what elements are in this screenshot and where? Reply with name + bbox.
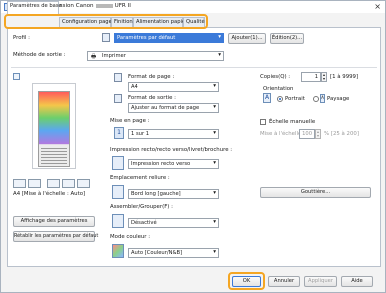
color-mode-icon xyxy=(112,244,124,258)
scale-range: % [25 à 200] xyxy=(324,131,359,137)
copies-input[interactable]: 1 xyxy=(301,72,321,82)
color-mode-select[interactable]: Auto [Couleur/N&B] ▾ xyxy=(128,248,219,258)
edit-profile-button[interactable]: Édition(2)... xyxy=(270,33,304,44)
chevron-down-icon: ▾ xyxy=(218,34,221,40)
scale-input[interactable]: 100 xyxy=(299,129,315,139)
ok-highlight xyxy=(228,272,265,290)
page-size-value: A4 xyxy=(131,84,138,90)
manual-scale-label: Échelle manuelle xyxy=(269,119,316,125)
profile-select[interactable]: Paramètres par défaut ▾ xyxy=(114,33,224,43)
copies-spinner[interactable]: ▴ ▾ xyxy=(321,72,327,82)
output-size-value: Ajuster au format de page xyxy=(131,105,200,111)
window-title-suffix: UFR II xyxy=(114,3,131,9)
manual-scale-checkbox[interactable] xyxy=(260,119,266,125)
orientation-label: Orientation xyxy=(263,86,294,92)
chevron-down-icon: ▾ xyxy=(213,249,216,255)
color-mode-label: Mode couleur : xyxy=(110,234,151,240)
profile-icon xyxy=(102,33,110,42)
portrait-label: Portrait xyxy=(285,96,305,102)
chevron-down-icon: ▾ xyxy=(218,52,221,58)
one-up-icon: 1 xyxy=(114,127,124,139)
binding-select[interactable]: Bord long [gauche] ▾ xyxy=(128,189,219,199)
cancel-button[interactable]: Annuler xyxy=(268,276,300,287)
collate-select[interactable]: Désactivé ▾ xyxy=(128,218,219,228)
help-button[interactable]: Aide xyxy=(341,276,373,287)
redacted-printer-name xyxy=(95,3,113,8)
chevron-down-icon: ▾ xyxy=(213,190,216,196)
landscape-label: Paysage xyxy=(327,96,350,102)
booklet-icon[interactable] xyxy=(28,179,41,188)
chevron-down-icon: ▾ xyxy=(213,160,216,166)
page-size-select[interactable]: A4 ▾ xyxy=(128,82,219,92)
tabs-highlight xyxy=(4,14,208,29)
collate-value: Désactivé xyxy=(131,220,157,226)
collate-icon xyxy=(112,214,124,228)
tab-basic-settings[interactable]: Paramètres de base xyxy=(7,1,62,14)
copies-label: Copies(Q) : xyxy=(260,74,291,80)
gutter-button[interactable]: Gouttière... xyxy=(260,187,371,198)
binding-label: Emplacement reliure : xyxy=(110,175,170,181)
output-method-label: Méthode de sortie : xyxy=(13,52,66,58)
fold-icon[interactable] xyxy=(77,179,90,188)
printer-icon: 🖶 xyxy=(91,54,97,60)
chevron-down-icon: ▾ xyxy=(213,130,216,136)
profile-value: Paramètres par défaut xyxy=(117,35,176,41)
show-settings-button[interactable]: Affichage des paramètres xyxy=(13,216,95,227)
output-size-label: Format de sortie : xyxy=(128,95,176,101)
restore-defaults-button[interactable]: Rétablir les paramètres par défaut xyxy=(13,231,98,242)
add-profile-button[interactable]: Ajouter(1)... xyxy=(228,33,266,44)
output-size-select[interactable]: Ajuster au format de page ▾ xyxy=(128,103,219,113)
duplex-icon xyxy=(112,156,124,170)
landscape-radio[interactable] xyxy=(313,96,319,102)
staple-icon[interactable] xyxy=(47,179,60,188)
landscape-page-icon: A xyxy=(320,94,325,103)
preview-text-lines xyxy=(41,148,67,164)
color-mode-value: Auto [Couleur/N&B] xyxy=(131,250,183,256)
page-size-icon xyxy=(114,73,122,82)
apply-button[interactable]: Appliquer xyxy=(304,276,337,287)
duplex-label: Impression recto/recto verso/livret/broc… xyxy=(110,147,233,153)
print-options-window: Options d'impression CanonUFR II × Param… xyxy=(0,0,386,293)
duplex-select[interactable]: Impression recto verso ▾ xyxy=(128,159,219,169)
profile-label: Profil : xyxy=(13,35,30,41)
preview-mode-icon[interactable] xyxy=(13,73,20,80)
binding-icon xyxy=(112,185,124,199)
copies-range: [1 à 9999] xyxy=(330,74,359,80)
punch-icon[interactable] xyxy=(62,179,75,188)
chevron-down-icon: ▾ xyxy=(213,83,216,89)
output-method-value: Imprimer xyxy=(102,53,126,59)
chevron-down-icon: ▾ xyxy=(213,104,216,110)
layout-value: 1 sur 1 xyxy=(131,131,150,137)
collate-label: Assembler/Grouper(F) : xyxy=(110,204,173,210)
preview-caption: A4 [Mise à l'échelle : Auto] xyxy=(13,191,86,197)
close-icon[interactable]: × xyxy=(374,2,381,11)
divider xyxy=(11,67,377,68)
output-size-icon xyxy=(114,94,122,103)
portrait-radio[interactable] xyxy=(277,96,283,102)
page-size-label: Format de page : xyxy=(128,74,175,80)
layout-icon[interactable] xyxy=(13,179,26,188)
binding-value: Bord long [gauche] xyxy=(131,191,181,197)
scale-spinner[interactable]: ▴ ▾ xyxy=(315,129,321,139)
chevron-down-icon: ▾ xyxy=(213,219,216,225)
duplex-value: Impression recto verso xyxy=(131,161,191,167)
layout-label: Mise en page : xyxy=(110,118,150,124)
portrait-page-icon: A xyxy=(263,93,271,103)
layout-select[interactable]: 1 sur 1 ▾ xyxy=(128,129,219,139)
output-method-select[interactable]: 🖶 Imprimer ▾ xyxy=(87,51,224,61)
